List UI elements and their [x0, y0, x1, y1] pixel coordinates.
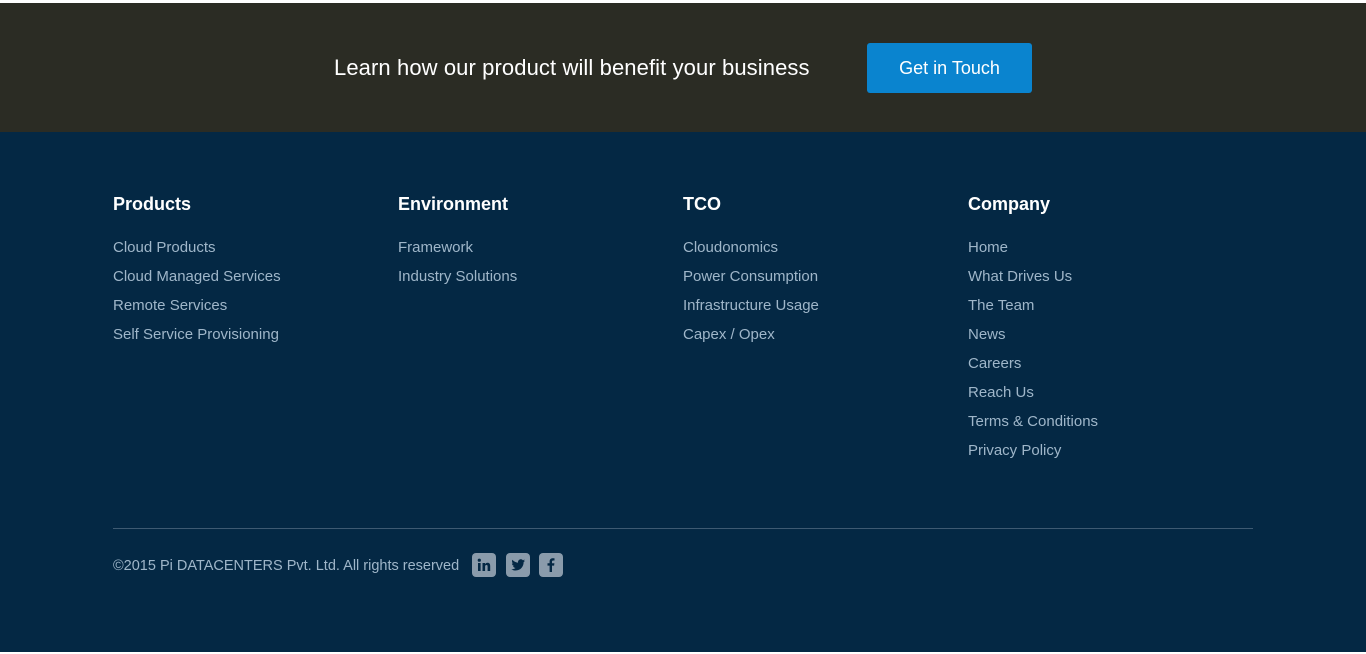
footer-link-self-service-provisioning[interactable]: Self Service Provisioning — [113, 320, 383, 349]
footer-link-industry-solutions[interactable]: Industry Solutions — [398, 262, 668, 291]
footer-link-careers[interactable]: Careers — [968, 349, 1238, 378]
footer-link-infrastructure-usage[interactable]: Infrastructure Usage — [683, 291, 953, 320]
linkedin-icon[interactable] — [472, 553, 496, 577]
company-links: Home What Drives Us The Team News Career… — [968, 233, 1238, 465]
environment-links: Framework Industry Solutions — [398, 233, 668, 291]
column-title-tco: TCO — [683, 194, 721, 214]
tco-links: Cloudonomics Power Consumption Infrastru… — [683, 233, 953, 349]
footer-link-the-team[interactable]: The Team — [968, 291, 1238, 320]
footer-link-capex-opex[interactable]: Capex / Opex — [683, 320, 953, 349]
column-title-company: Company — [968, 194, 1051, 214]
twitter-icon[interactable] — [506, 553, 530, 577]
facebook-icon[interactable] — [539, 553, 563, 577]
footer-link-cloud-products[interactable]: Cloud Products — [113, 233, 383, 262]
products-links: Cloud Products Cloud Managed Services Re… — [113, 233, 383, 349]
footer-link-framework[interactable]: Framework — [398, 233, 668, 262]
get-in-touch-button[interactable]: Get in Touch — [867, 43, 1032, 93]
copyright-text: ©2015 Pi DATACENTERS Pvt. Ltd. All right… — [113, 558, 460, 574]
footer-link-home[interactable]: Home — [968, 233, 1238, 262]
footer-link-what-drives-us[interactable]: What Drives Us — [968, 262, 1238, 291]
footer-link-reach-us[interactable]: Reach Us — [968, 378, 1238, 407]
footer-column-products: Products Cloud Products Cloud Managed Se… — [113, 192, 383, 349]
footer-column-tco: TCO Cloudonomics Power Consumption Infra… — [683, 192, 953, 349]
footer-link-terms-conditions[interactable]: Terms & Conditions — [968, 407, 1238, 436]
footer-link-privacy-policy[interactable]: Privacy Policy — [968, 436, 1238, 465]
column-title-environment: Environment — [398, 194, 509, 214]
site-footer: Products Cloud Products Cloud Managed Se… — [0, 132, 1366, 652]
footer-divider — [113, 528, 1253, 529]
footer-link-cloudonomics[interactable]: Cloudonomics — [683, 233, 953, 262]
column-title-products: Products — [113, 194, 192, 214]
cta-text: Learn how our product will benefit your … — [334, 55, 810, 80]
footer-link-news[interactable]: News — [968, 320, 1238, 349]
footer-column-company: Company Home What Drives Us The Team New… — [968, 192, 1238, 465]
footer-link-power-consumption[interactable]: Power Consumption — [683, 262, 953, 291]
footer-column-environment: Environment Framework Industry Solutions — [398, 192, 668, 291]
footer-link-cloud-managed-services[interactable]: Cloud Managed Services — [113, 262, 383, 291]
cta-banner: Learn how our product will benefit your … — [0, 3, 1366, 132]
footer-link-remote-services[interactable]: Remote Services — [113, 291, 383, 320]
